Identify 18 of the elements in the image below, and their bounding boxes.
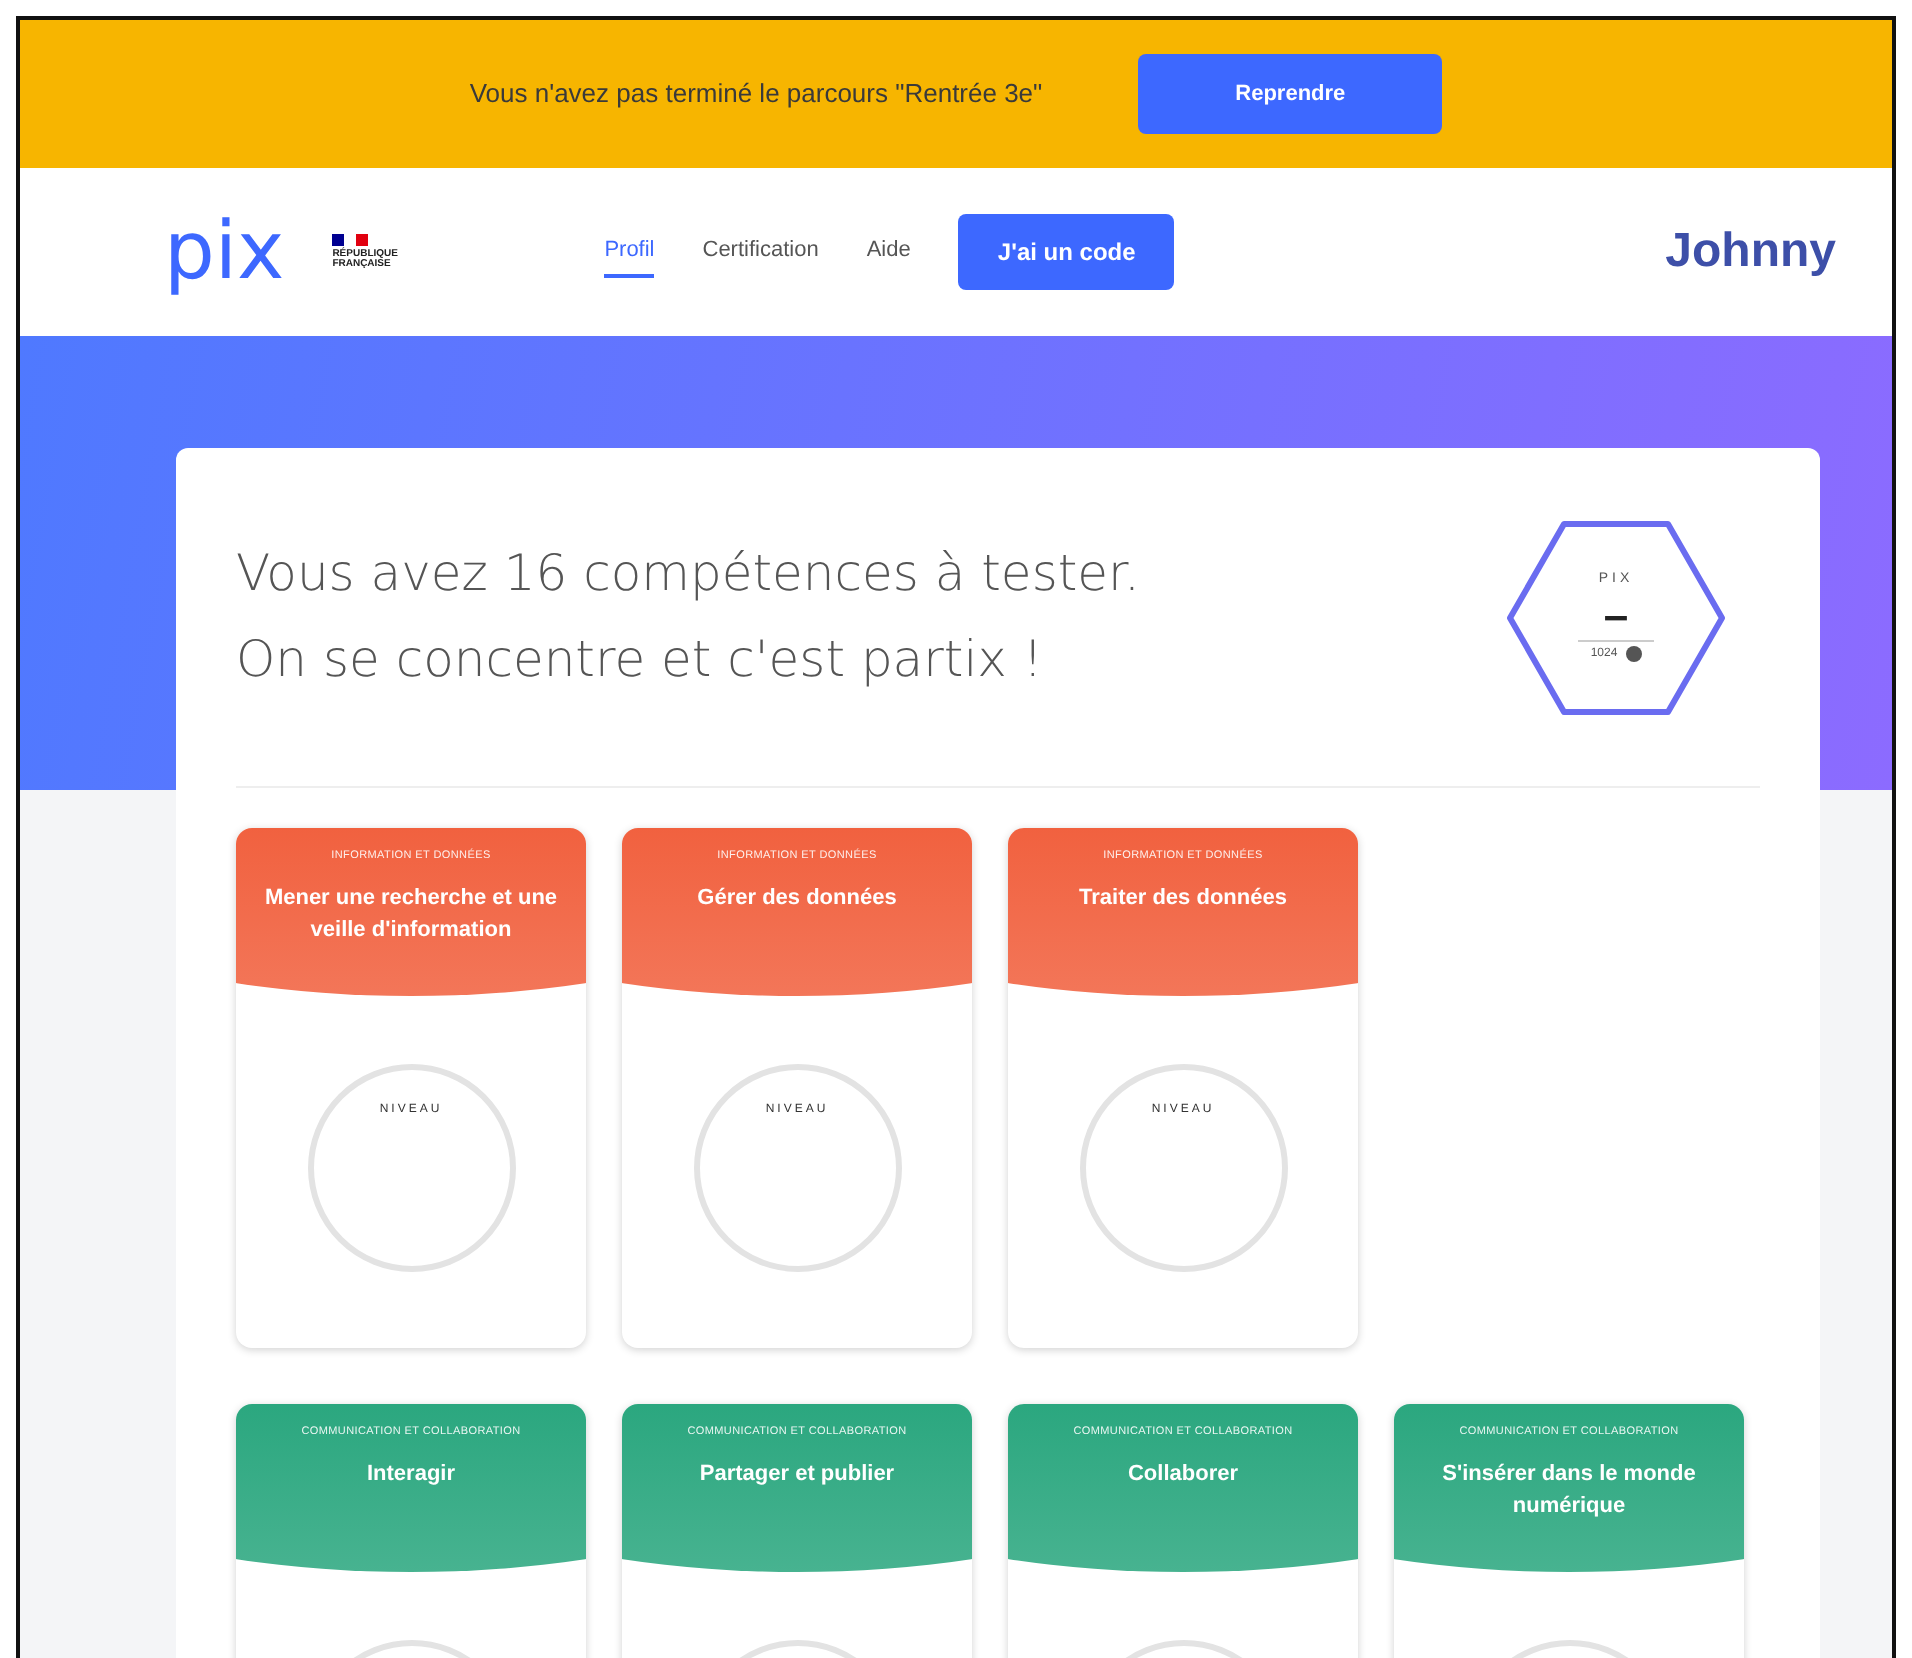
- pix-logo[interactable]: pix: [164, 212, 285, 292]
- competence-name: Collaborer: [1125, 1460, 1240, 1491]
- competence-name: S'insérer dans le monde numérique: [1440, 1460, 1698, 1522]
- user-name[interactable]: Johnny: [1665, 216, 1836, 288]
- intro-text: Vous avez 16 compétences à tester.: [236, 542, 1140, 606]
- competence-name: Traiter des données: [1077, 884, 1289, 915]
- competence-name: Interagir: [364, 1460, 457, 1491]
- resume-button[interactable]: Reprendre: [1138, 54, 1443, 134]
- competence-name: Gérer des données: [695, 884, 899, 915]
- banner-message: Vous n'avez pas terminé le parcours "Rentrée 3e": [469, 76, 1043, 113]
- nav-link[interactable]: Aide: [866, 225, 911, 279]
- competence-name: Mener une recherche et une veille d'information: [262, 884, 560, 946]
- score-value: –: [1603, 591, 1629, 640]
- competence-name: Partager et publier: [697, 1460, 897, 1491]
- code-button[interactable]: J'ai un code: [958, 214, 1175, 290]
- intro-text: On se concentre et c'est partix !: [236, 627, 1045, 691]
- nav-link[interactable]: Profil: [604, 225, 655, 279]
- nav-link[interactable]: Certification: [702, 225, 819, 279]
